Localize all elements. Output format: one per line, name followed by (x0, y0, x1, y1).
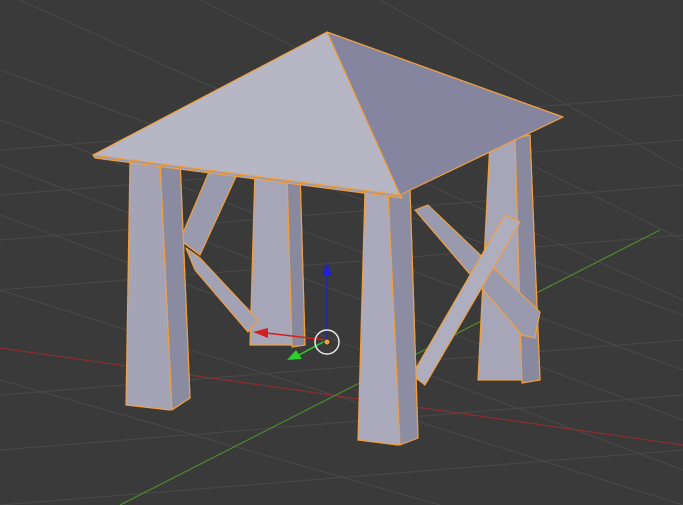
3d-viewport[interactable] (0, 0, 683, 505)
viewport-canvas[interactable] (0, 0, 683, 505)
origin-pivot-icon[interactable] (323, 338, 331, 346)
